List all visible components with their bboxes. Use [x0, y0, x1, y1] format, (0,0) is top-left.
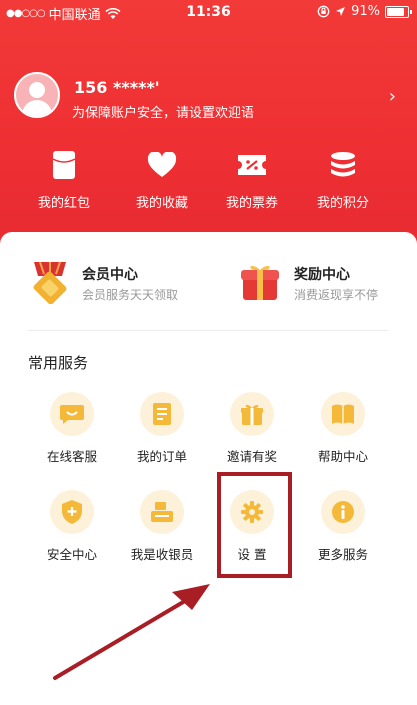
annotation-arrow	[53, 584, 210, 680]
